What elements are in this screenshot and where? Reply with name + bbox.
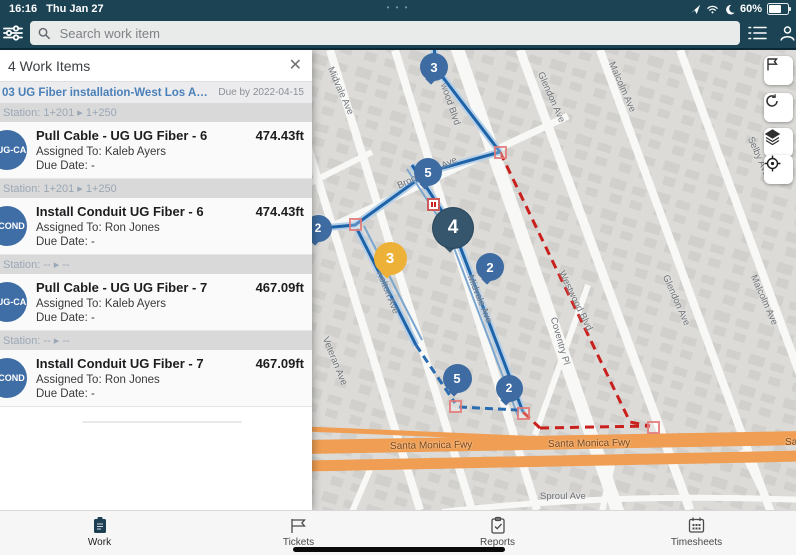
sync-icon bbox=[764, 93, 780, 109]
map-marker-4[interactable]: 4 bbox=[432, 207, 474, 249]
work-item-length: 474.43ft bbox=[256, 204, 304, 219]
station-row: Station: 1+201 ▸ 1+250 bbox=[0, 179, 312, 198]
work-item-row[interactable]: UG-CA Pull Cable - UG UG Fiber - 7467.09f… bbox=[0, 274, 312, 331]
profile-icon[interactable] bbox=[779, 25, 796, 42]
vertex-square[interactable] bbox=[449, 400, 462, 413]
map-marker-3[interactable]: 3 bbox=[374, 242, 407, 275]
avatar: UG-CA bbox=[0, 130, 27, 170]
layers-button[interactable] bbox=[764, 128, 793, 157]
flag-button[interactable] bbox=[764, 56, 793, 85]
street-label: Westwood Blvd bbox=[556, 269, 595, 333]
work-item-assigned: Assigned To: Kaleb Ayers bbox=[36, 298, 304, 310]
vertex-square[interactable] bbox=[517, 407, 530, 420]
street-label: Ave bbox=[440, 154, 459, 171]
work-item-length: 467.09ft bbox=[256, 280, 304, 295]
ticket-flag-icon bbox=[289, 516, 308, 535]
battery-icon bbox=[767, 3, 789, 15]
station-row: Station: 1+201 ▸ 1+250 bbox=[0, 103, 312, 122]
home-indicator[interactable] bbox=[293, 547, 505, 552]
street-label: Santa Monica Fwy bbox=[390, 440, 472, 452]
locate-icon bbox=[764, 155, 781, 172]
work-order-link[interactable]: 03 UG Fiber installation-West Los Angele… bbox=[2, 87, 212, 99]
work-item-title: Install Conduit UG Fiber - 6 bbox=[36, 204, 256, 219]
street-label: Coventry Pl bbox=[548, 316, 572, 366]
flag-icon bbox=[764, 56, 780, 72]
work-item-title: Pull Cable - UG UG Fiber - 7 bbox=[36, 280, 256, 295]
map-marker-5[interactable]: 5 bbox=[414, 158, 442, 186]
layers-icon bbox=[764, 128, 781, 145]
street-label: Veteran Ave bbox=[320, 335, 349, 386]
tab-timesheets[interactable]: Timesheets bbox=[597, 511, 796, 555]
close-icon[interactable]: ✕ bbox=[289, 58, 302, 74]
status-bar: 16:16 Thu Jan 27 • • • 60% bbox=[0, 0, 796, 18]
app-header: 16:16 Thu Jan 27 • • • 60% bbox=[0, 0, 796, 50]
work-item-due: Due Date: - bbox=[36, 388, 304, 400]
street-label: San bbox=[785, 437, 796, 448]
work-item-due: Due Date: - bbox=[36, 160, 304, 172]
work-item-title: Pull Cable - UG UG Fiber - 6 bbox=[36, 128, 256, 143]
work-item-due: Due Date: - bbox=[36, 312, 304, 324]
street-label: Midvale Ave bbox=[325, 65, 356, 116]
search-icon bbox=[38, 27, 51, 40]
work-clipboard-icon bbox=[91, 516, 109, 535]
work-order-due-date: Due by 2022-04-15 bbox=[218, 87, 304, 98]
work-item-row[interactable]: COND Install Conduit UG Fiber - 7467.09ft… bbox=[0, 350, 312, 407]
multitask-dots: • • • bbox=[0, 3, 796, 12]
map-marker-2[interactable]: 2 bbox=[476, 253, 504, 281]
station-row: Station: -- ▸ -- bbox=[0, 331, 312, 350]
app-screen: Midvale Ave wood Blvd Glendon Ave Malcolm A… bbox=[0, 0, 796, 555]
panel-title: 4 Work Items bbox=[8, 58, 90, 74]
work-item-row[interactable]: COND Install Conduit UG Fiber - 6474.43ft… bbox=[0, 198, 312, 255]
vertex-square[interactable] bbox=[349, 218, 362, 231]
work-item-due: Due Date: - bbox=[36, 236, 304, 248]
avatar: UG-CA bbox=[0, 282, 27, 322]
sync-button[interactable] bbox=[764, 93, 793, 122]
street-label: Glendon Ave bbox=[660, 273, 692, 327]
toolbar bbox=[0, 18, 796, 48]
work-item-title: Install Conduit UG Fiber - 7 bbox=[36, 356, 256, 371]
filter-sliders-icon[interactable] bbox=[0, 24, 26, 42]
vertex-square[interactable] bbox=[494, 146, 507, 159]
map-marker-5[interactable]: 5 bbox=[443, 364, 472, 393]
work-item-assigned: Assigned To: Ron Jones bbox=[36, 222, 304, 234]
map-canvas[interactable]: Midvale Ave wood Blvd Glendon Ave Malcolm A… bbox=[312, 50, 796, 510]
street-label: Sproul Ave bbox=[540, 491, 586, 502]
work-item-assigned: Assigned To: Ron Jones bbox=[36, 374, 304, 386]
search-input[interactable] bbox=[58, 25, 732, 42]
tab-work[interactable]: Work bbox=[0, 511, 199, 555]
timesheet-calendar-icon bbox=[687, 516, 706, 535]
street-label: Malcolm Ave bbox=[748, 273, 780, 327]
vertex-square[interactable] bbox=[647, 421, 660, 434]
locate-button[interactable] bbox=[764, 155, 793, 184]
map-marker-2[interactable]: 2 bbox=[496, 375, 523, 402]
work-item-length: 474.43ft bbox=[256, 128, 304, 143]
street-label: Santa Monica Fwy bbox=[548, 438, 630, 450]
work-order-group-header[interactable]: 03 UG Fiber installation-West Los Angele… bbox=[0, 81, 312, 103]
search-box[interactable] bbox=[30, 21, 740, 45]
street-label: Glendon Ave bbox=[535, 70, 567, 124]
list-end-divider bbox=[82, 421, 242, 423]
avatar: COND bbox=[0, 206, 27, 246]
work-items-panel: 4 Work Items ✕ 03 UG Fiber installation-… bbox=[0, 50, 312, 510]
map-marker-3[interactable]: 3 bbox=[420, 53, 448, 81]
work-item-row[interactable]: UG-CA Pull Cable - UG UG Fiber - 6474.43f… bbox=[0, 122, 312, 179]
work-item-length: 467.09ft bbox=[256, 356, 304, 371]
map-marker-2[interactable]: 2 bbox=[312, 215, 332, 242]
street-label: wood Blvd bbox=[438, 82, 463, 127]
list-view-icon[interactable] bbox=[748, 25, 767, 41]
report-clipboard-check-icon bbox=[489, 516, 507, 535]
street-label: Malcolm Ave bbox=[606, 60, 638, 114]
station-row: Station: -- ▸ -- bbox=[0, 255, 312, 274]
work-item-list: Station: 1+201 ▸ 1+250 UG-CA Pull Cable - … bbox=[0, 103, 312, 407]
work-item-assigned: Assigned To: Kaleb Ayers bbox=[36, 146, 304, 158]
avatar: COND bbox=[0, 358, 27, 398]
